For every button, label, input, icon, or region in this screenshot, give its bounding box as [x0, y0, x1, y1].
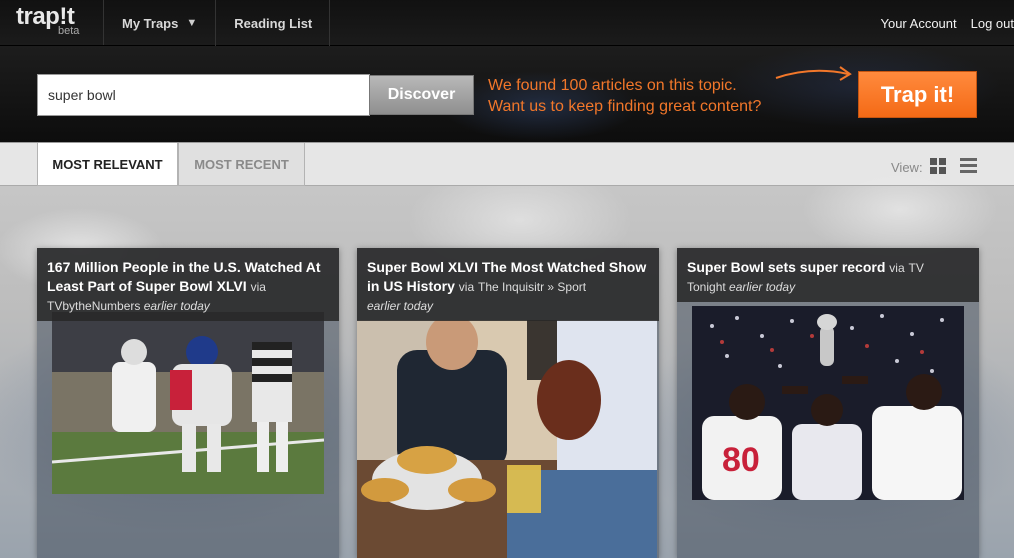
sort-tabs-bar: MOST RELEVANT MOST RECENT View:	[0, 142, 1014, 186]
article-card[interactable]: 167 Million People in the U.S. Watched A…	[37, 248, 339, 558]
article-card[interactable]: Super Bowl XLVI The Most Watched Show in…	[357, 248, 659, 558]
nav-my-traps-label: My Traps	[122, 15, 179, 31]
nav-reading-list[interactable]: Reading List	[216, 0, 331, 46]
found-message-line2: Want us to keep finding great content?	[488, 98, 762, 115]
article-card-header: Super Bowl XLVI The Most Watched Show in…	[357, 248, 659, 321]
article-image[interactable]	[52, 312, 324, 494]
curved-arrow-icon	[775, 66, 852, 81]
account-links: Your Account Log out	[866, 0, 1014, 46]
article-meta: earlier today	[367, 299, 649, 313]
article-card[interactable]: 80 Super Bowl sets super record via TV T…	[677, 248, 979, 558]
discover-button[interactable]: Discover	[369, 75, 474, 115]
list-view-icon[interactable]	[960, 158, 977, 173]
tab-most-recent[interactable]: MOST RECENT	[178, 143, 305, 186]
article-time: earlier today	[367, 299, 434, 313]
found-message-line1: We found 100 articles on this topic.	[488, 77, 737, 94]
grid-view-icon[interactable]	[930, 158, 946, 174]
article-meta: Tonight earlier today	[687, 280, 969, 294]
article-title[interactable]: 167 Million People in the U.S. Watched A…	[47, 258, 329, 297]
article-via: via	[889, 261, 905, 275]
article-title-text: 167 Million People in the U.S. Watched A…	[47, 259, 321, 294]
trap-it-button[interactable]: Trap it!	[858, 71, 977, 118]
article-title-text: Super Bowl sets super record	[687, 259, 886, 275]
article-source-line2: Tonight	[687, 280, 726, 294]
log-out-link[interactable]: Log out	[971, 16, 1014, 31]
logo-beta-label: beta	[58, 25, 80, 37]
article-via: via	[458, 280, 475, 294]
search-input[interactable]	[37, 74, 370, 116]
article-title[interactable]: Super Bowl XLVI The Most Watched Show in…	[367, 258, 649, 297]
article-image[interactable]	[357, 320, 657, 558]
article-card-header: 167 Million People in the U.S. Watched A…	[37, 248, 339, 321]
article-image[interactable]: 80	[692, 306, 964, 500]
article-via: via	[250, 280, 266, 294]
article-time: earlier today	[729, 280, 796, 294]
nav-reading-list-label: Reading List	[234, 15, 313, 31]
article-source: The Inquisitr » Sport	[478, 280, 587, 294]
article-source: TV	[908, 261, 924, 275]
tab-most-relevant[interactable]: MOST RELEVANT	[37, 143, 178, 186]
article-card-header: Super Bowl sets super record via TV Toni…	[677, 248, 979, 302]
top-nav: trap!t beta My Traps ▼ Reading List Your…	[0, 0, 1014, 46]
article-source: TVbytheNumbers	[47, 299, 141, 313]
article-meta: TVbytheNumbers earlier today	[47, 299, 329, 313]
chevron-down-icon: ▼	[186, 17, 198, 29]
svg-text:80: 80	[722, 441, 760, 479]
article-title[interactable]: Super Bowl sets super record via TV	[687, 258, 969, 278]
nav-my-traps[interactable]: My Traps ▼	[104, 0, 217, 46]
view-label: View:	[891, 160, 923, 175]
logo[interactable]: trap!t beta	[0, 0, 104, 45]
article-time: earlier today	[143, 299, 210, 313]
your-account-link[interactable]: Your Account	[880, 16, 956, 31]
found-message: We found 100 articles on this topic. Wan…	[488, 75, 761, 117]
